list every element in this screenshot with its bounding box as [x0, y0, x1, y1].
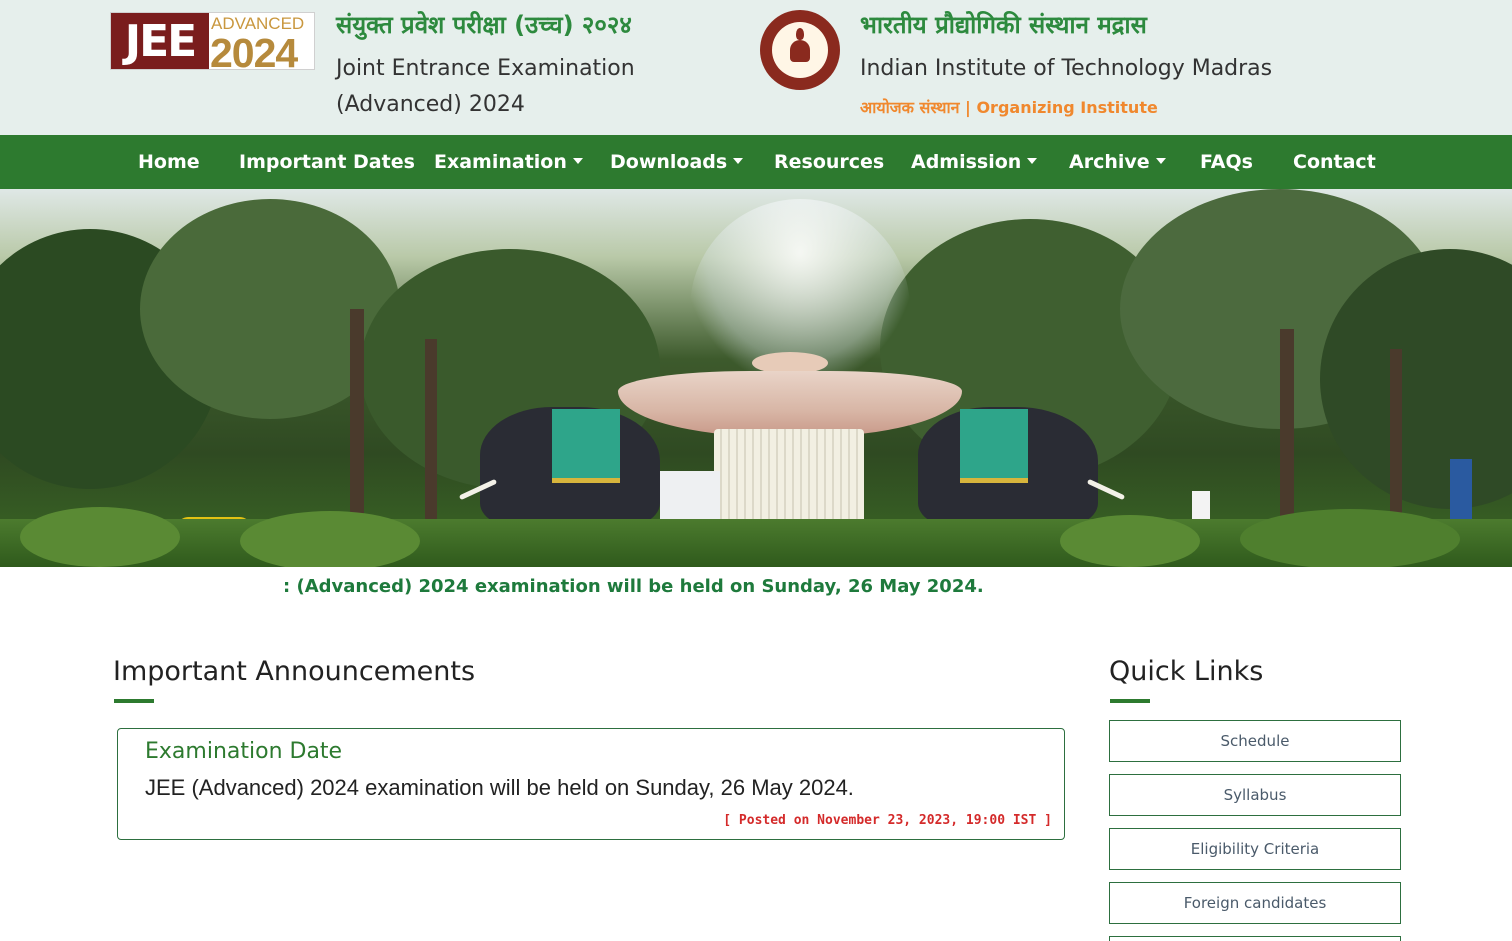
nav-archive-label: Archive: [1069, 151, 1150, 173]
announcements-heading-underline: [114, 699, 154, 703]
main-navbar: Home Important Dates Examination Downloa…: [0, 135, 1512, 189]
caret-down-icon: [1027, 158, 1038, 164]
site-header: JEE ADVANCED 2024 संयुक्त प्रवेश परीक्षा…: [0, 0, 1512, 135]
announcement-card: Examination Date JEE (Advanced) 2024 exa…: [117, 728, 1065, 840]
quick-link-eligibility-criteria[interactable]: Eligibility Criteria: [1109, 828, 1401, 870]
quick-link-schedule[interactable]: Schedule: [1109, 720, 1401, 762]
nav-faqs[interactable]: FAQs: [1200, 135, 1253, 189]
exam-title-hindi: संयुक्त प्रवेश परीक्षा (उच्च) २०२४: [336, 11, 632, 39]
nav-contact-label: Contact: [1293, 151, 1376, 173]
quick-link-syllabus[interactable]: Syllabus: [1109, 774, 1401, 816]
nav-home-label: Home: [138, 151, 200, 173]
caret-down-icon: [572, 158, 583, 164]
nav-downloads[interactable]: Downloads: [610, 135, 744, 189]
nav-home[interactable]: Home: [138, 135, 200, 189]
announcement-body: JEE (Advanced) 2024 examination will be …: [145, 775, 854, 800]
announcement-ticker[interactable]: : (Advanced) 2024 examination will be he…: [283, 576, 984, 597]
nav-examination[interactable]: Examination: [434, 135, 583, 189]
announcement-posted-date: [ Posted on November 23, 2023, 19:00 IST…: [723, 813, 1052, 828]
quick-links-heading-underline: [1110, 699, 1150, 703]
logo-year-text: 2024: [210, 30, 298, 70]
logo-jee-text: JEE: [111, 13, 209, 69]
nav-admission[interactable]: Admission: [911, 135, 1038, 189]
iit-madras-seal-icon[interactable]: [760, 10, 840, 90]
caret-down-icon: [1155, 158, 1166, 164]
nav-resources[interactable]: Resources: [774, 135, 884, 189]
quick-link-foreign-candidates[interactable]: Foreign candidates: [1109, 882, 1401, 924]
nav-examination-label: Examination: [434, 151, 567, 173]
nav-admission-label: Admission: [911, 151, 1022, 173]
hero-banner-image: [0, 189, 1512, 567]
exam-title-en-line1: Joint Entrance Examination: [336, 56, 635, 81]
nav-archive[interactable]: Archive: [1069, 135, 1166, 189]
quick-links-heading: Quick Links: [1109, 656, 1264, 687]
nav-important-dates[interactable]: Important Dates: [239, 135, 415, 189]
nav-resources-label: Resources: [774, 151, 885, 173]
organizing-institute-label: आयोजक संस्थान | Organizing Institute: [860, 98, 1158, 117]
nav-faqs-label: FAQs: [1200, 151, 1253, 173]
announcements-heading: Important Announcements: [113, 656, 476, 687]
jee-advanced-logo[interactable]: JEE ADVANCED 2024: [110, 12, 315, 70]
announcement-title: Examination Date: [145, 739, 343, 764]
caret-down-icon: [733, 158, 744, 164]
institute-title-en: Indian Institute of Technology Madras: [860, 56, 1273, 81]
exam-title-en-line2: (Advanced) 2024: [336, 92, 525, 117]
nav-downloads-label: Downloads: [610, 151, 728, 173]
nav-important-dates-label: Important Dates: [239, 151, 415, 173]
nav-contact[interactable]: Contact: [1293, 135, 1376, 189]
institute-title-hindi: भारतीय प्रौद्योगिकी संस्थान मद्रास: [860, 11, 1147, 39]
quick-link-next-partial[interactable]: [1109, 936, 1401, 941]
